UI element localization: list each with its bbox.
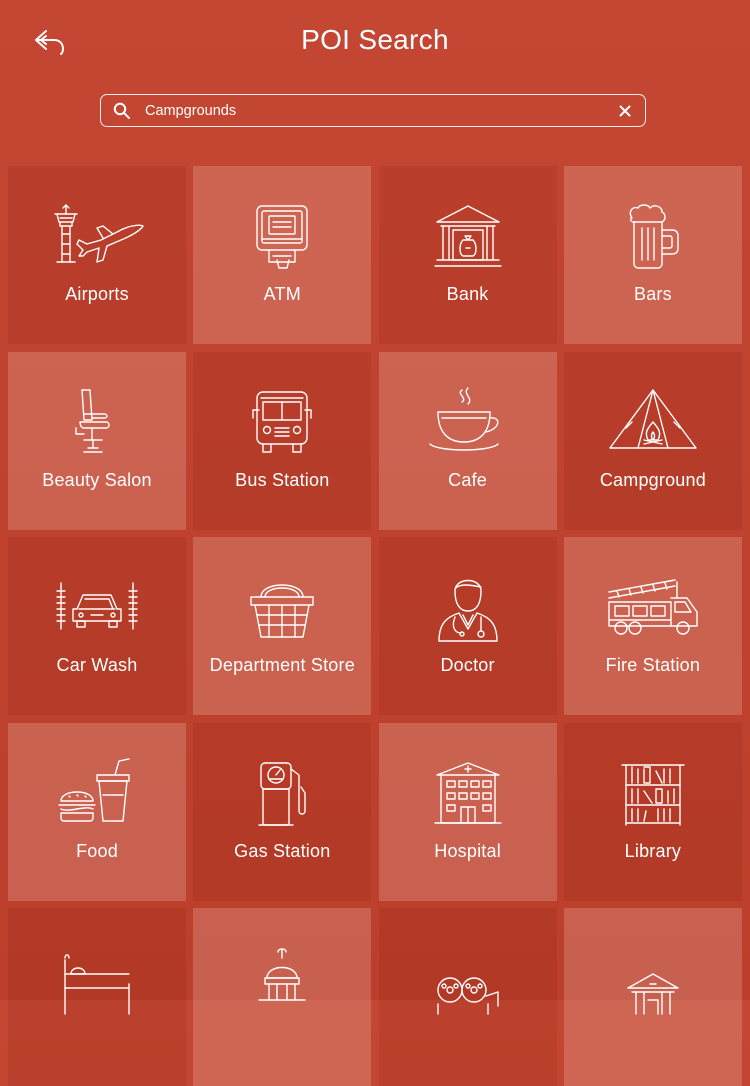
hospital-icon	[423, 759, 513, 829]
category-car-wash[interactable]: Car Wash	[8, 537, 186, 715]
close-icon	[619, 105, 631, 116]
category-label: Bus Station	[235, 469, 330, 490]
coffee-cup-icon	[423, 386, 513, 458]
category-government[interactable]	[193, 908, 372, 1086]
search-bar	[100, 94, 646, 127]
category-fire-station[interactable]: Fire Station	[563, 537, 742, 715]
category-food[interactable]: Food	[8, 722, 186, 901]
category-movie-theater[interactable]	[378, 908, 557, 1086]
atm-icon	[237, 202, 327, 272]
gas-pump-icon	[237, 759, 327, 829]
bed-icon	[52, 944, 142, 1015]
category-label: Department Store	[209, 655, 355, 675]
category-beauty-salon[interactable]: Beauty Salon	[8, 351, 186, 530]
category-label: Bank	[446, 284, 489, 304]
category-label: Hospital	[434, 840, 501, 861]
category-campground[interactable]: Campground	[563, 351, 742, 530]
category-label: Gas Station	[234, 840, 331, 861]
search-input[interactable]	[145, 102, 611, 119]
page-title: POI Search	[301, 24, 449, 55]
category-label: ATM	[263, 284, 301, 304]
category-label: Airports	[65, 284, 129, 304]
burger-drink-icon	[52, 757, 142, 829]
category-label: Doctor	[440, 655, 495, 675]
category-doctor[interactable]: Doctor	[378, 537, 557, 715]
category-label: Cafe	[448, 469, 487, 490]
category-label: Bars	[633, 284, 672, 304]
category-museum[interactable]	[563, 908, 742, 1086]
poi-category-grid: Airports ATM Bank Bars Beauty Salon Bus …	[8, 166, 742, 1086]
shopping-basket-icon	[237, 573, 327, 643]
bank-icon	[423, 202, 513, 272]
car-wash-icon	[52, 573, 142, 643]
category-cafe[interactable]: Cafe	[378, 351, 557, 530]
category-lodging[interactable]	[8, 908, 186, 1086]
category-airports[interactable]: Airports	[8, 166, 186, 344]
category-hospital[interactable]: Hospital	[378, 722, 557, 901]
search-icon	[113, 102, 131, 120]
fire-truck-icon	[608, 573, 698, 643]
bus-icon	[237, 388, 327, 458]
category-department-store[interactable]: Department Store	[193, 537, 372, 715]
airport-icon	[52, 202, 144, 272]
salon-chair-icon	[52, 388, 142, 458]
category-label: Library	[624, 840, 682, 861]
category-label: Car Wash	[56, 655, 138, 675]
category-gas-station[interactable]: Gas Station	[193, 722, 372, 901]
category-label: Fire Station	[605, 655, 701, 675]
category-label: Food	[76, 840, 118, 861]
category-label: Campground	[599, 469, 706, 490]
tent-icon	[608, 388, 698, 458]
bookshelf-icon	[608, 759, 698, 829]
dome-building-icon	[237, 944, 327, 1014]
category-bus-station[interactable]: Bus Station	[193, 351, 372, 530]
category-bank[interactable]: Bank	[378, 166, 557, 344]
museum-icon	[608, 944, 698, 1015]
clear-search-button[interactable]	[611, 97, 639, 125]
category-atm[interactable]: ATM	[193, 166, 372, 344]
category-library[interactable]: Library	[563, 722, 742, 901]
film-camera-icon	[423, 944, 513, 1015]
category-label: Beauty Salon	[42, 469, 152, 490]
category-bars[interactable]: Bars	[563, 166, 742, 344]
doctor-icon	[423, 573, 513, 643]
app-header: POI Search	[0, 0, 750, 86]
beer-mug-icon	[608, 202, 698, 272]
